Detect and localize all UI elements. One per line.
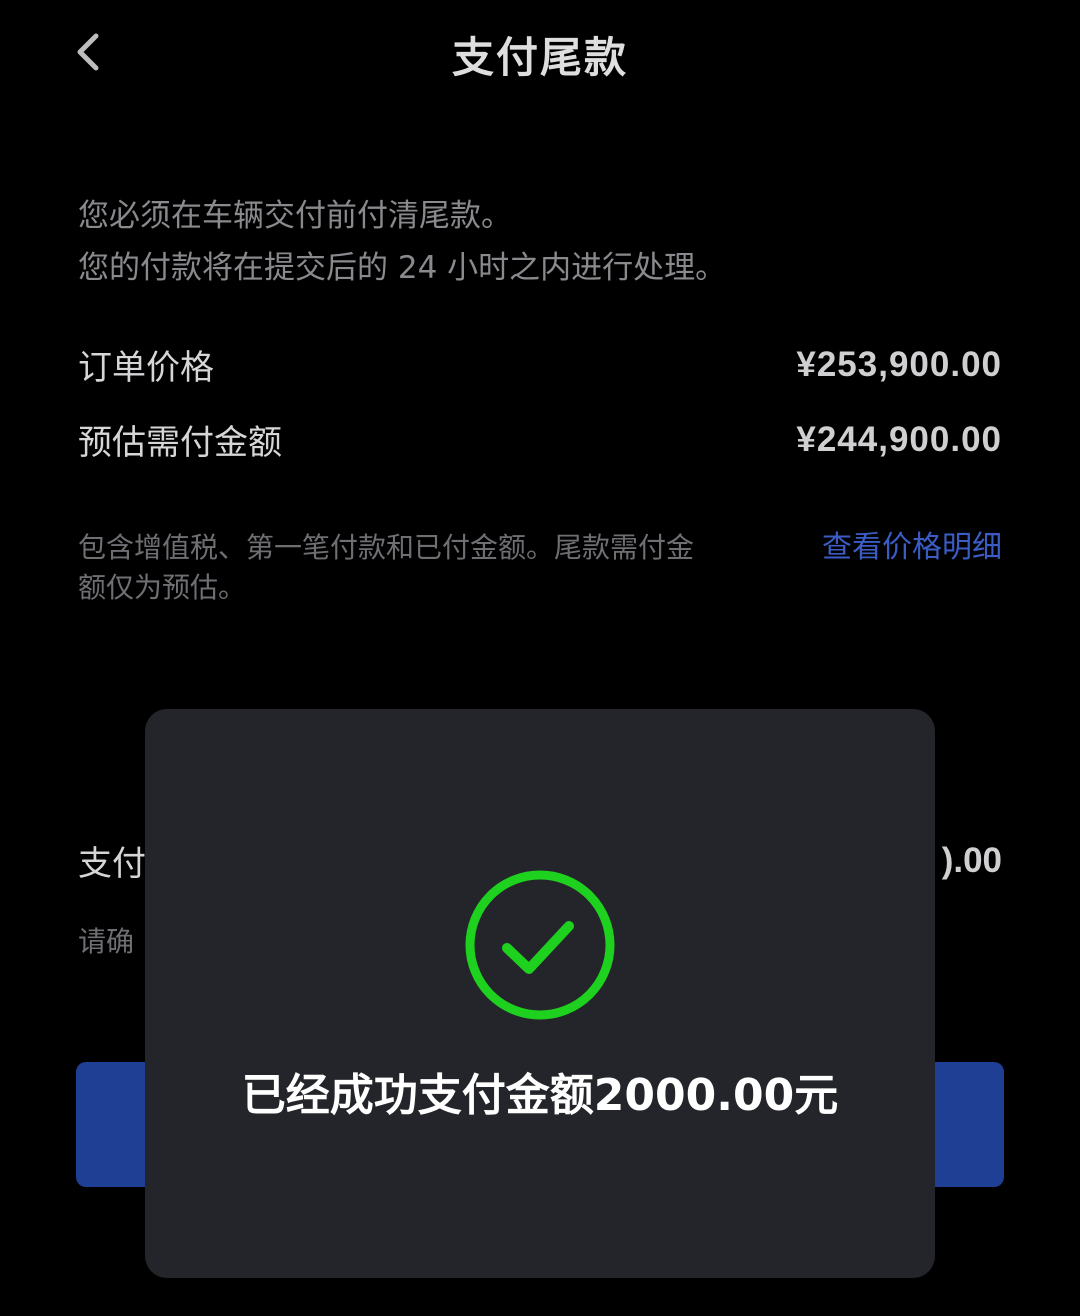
estimate-price-value: ¥244,900.00 [796,419,1002,459]
page-title: 支付尾款 [451,33,628,82]
header: 支付尾款 [0,0,1080,110]
order-price-value: ¥253,900.00 [796,344,1002,384]
payment-amount-value: ).00 [941,840,1002,880]
price-note: 包含增值税、第一笔付款和已付金额。尾款需付金额仅为预估。 [78,531,695,604]
order-price-label: 订单价格 [78,348,214,388]
order-price-row: 订单价格 ¥253,900.00 [78,340,1002,389]
intro-line-1: 您必须在车辆交付前付清尾款。 [78,198,512,234]
success-toast: 已经成功支付金额2000.00元 [145,709,935,1278]
price-detail-link[interactable]: 查看价格明细 [822,528,1002,568]
estimate-price-row: 预估需付金额 ¥244,900.00 [78,415,1002,464]
estimate-price-label: 预估需付金额 [78,423,282,463]
toast-message: 已经成功支付金额2000.00元 [241,1070,839,1121]
intro-text: 您必须在车辆交付前付清尾款。 您的付款将在提交后的 24 小时之内进行处理。 [78,190,1008,294]
intro-line-2: 您的付款将在提交后的 24 小时之内进行处理。 [78,250,727,286]
check-circle-icon [465,870,615,1020]
payment-amount-label: 支付 [78,844,146,884]
confirm-note: 请确 [78,925,135,958]
